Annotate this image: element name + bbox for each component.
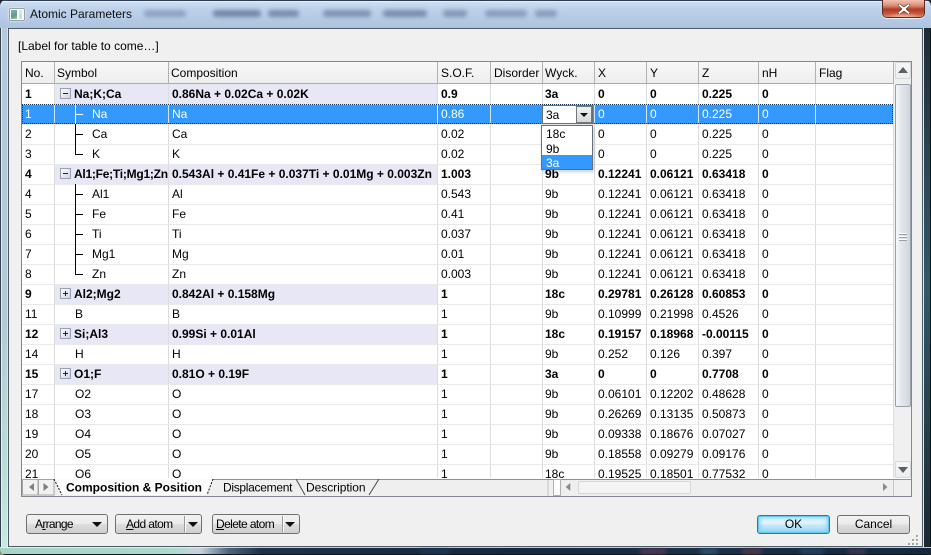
svg-text:Displacement: Displacement (223, 481, 293, 495)
svg-text:Composition & Position: Composition & Position (66, 481, 202, 495)
svg-text:Description: Description (306, 481, 365, 495)
